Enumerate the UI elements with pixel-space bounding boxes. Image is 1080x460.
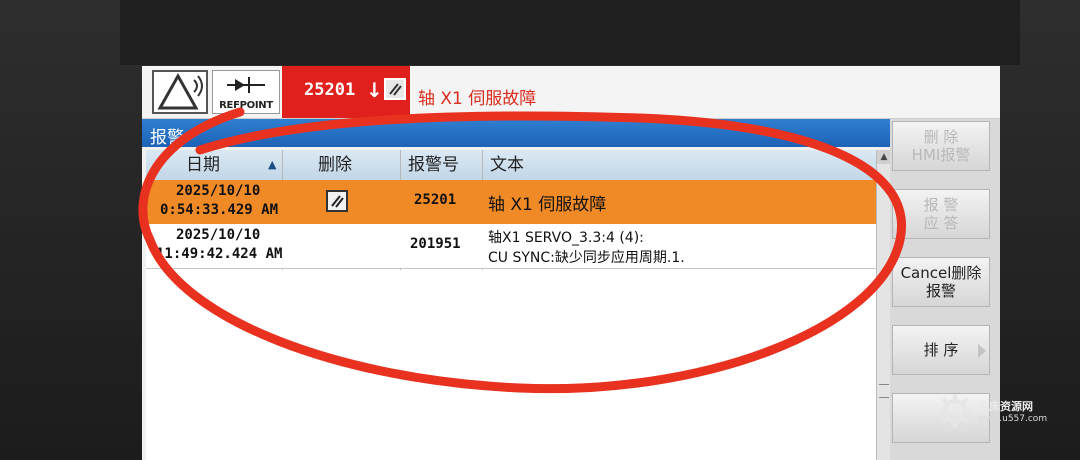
softkey-label-line1: 报 警 [923, 196, 959, 214]
column-header-delete[interactable]: 删除 [318, 150, 352, 180]
down-arrow-icon: ↓ [366, 78, 383, 102]
header-bar: REFPOINT 25201 ↓ 轴 X1 伺服故障 [142, 66, 1000, 119]
scroll-up-icon[interactable]: ▲ [877, 150, 891, 164]
window-title: 报警 [150, 128, 184, 148]
row-date: 2025/10/10 [176, 227, 261, 243]
softkey-label-line2: 应 答 [923, 214, 959, 232]
refpoint-indicator[interactable]: REFPOINT [212, 70, 280, 114]
active-alarm-banner[interactable]: 25201 ↓ [282, 66, 410, 118]
softkey-label-line1: Cancel删除 [900, 264, 982, 282]
submenu-arrow-icon [978, 344, 986, 358]
column-header-text[interactable]: 文本 [490, 150, 524, 180]
active-alarm-number: 25201 [304, 80, 356, 100]
row-time: 11:49:42.424 AM [156, 246, 283, 262]
row-text-line2: CU SYNC:缺少同步应用周期.1. [488, 250, 685, 266]
watermark-url: www.u557.com [978, 414, 1048, 424]
bezel-top [120, 0, 1020, 65]
warning-triangle-icon [157, 72, 203, 110]
vertical-scrollbar[interactable]: ▲ [876, 150, 891, 460]
ack-symbol-icon [384, 78, 406, 100]
row-text-line1: 轴X1 SERVO_3.3:4 (4): [488, 230, 644, 246]
softkey-label-line2: HMI报警 [911, 146, 971, 164]
ack-icon[interactable] [326, 190, 348, 212]
table-row[interactable]: 2025/10/10 11:49:42.424 AM 201951 轴X1 SE… [146, 224, 880, 269]
gear-logo-icon [938, 394, 972, 428]
softkey-label-line1: 删 除 [923, 128, 959, 146]
window-titlebar: 报警 [142, 119, 1000, 148]
refpoint-icon [227, 77, 265, 93]
row-alarm-number: 201951 [410, 236, 461, 252]
softkey-sort[interactable]: 排 序 [892, 325, 990, 375]
refpoint-label: REFPOINT [219, 100, 273, 111]
table-header: 日期 ▲ 删除 报警号 文本 [146, 150, 880, 181]
watermark-title: 机床资源网 [978, 400, 1033, 413]
hmi-screen: REFPOINT 25201 ↓ 轴 X1 伺服故障 报警 日期 ▲ 删除 报警… [142, 66, 1000, 460]
row-time: 0:54:33.429 AM [160, 202, 279, 218]
softkey-delete-hmi-alarm[interactable]: 删 除 HMI报警 [892, 121, 990, 171]
softkey-label-line1: 排 序 [923, 341, 959, 359]
row-alarm-number: 25201 [414, 192, 457, 208]
alarm-table: 日期 ▲ 删除 报警号 文本 2025/10/10 0:54:33.429 AM… [146, 150, 880, 460]
sort-ascending-icon[interactable]: ▲ [268, 150, 276, 180]
softkey-acknowledge-alarm[interactable]: 报 警应 答 [892, 189, 990, 239]
scroll-grip[interactable] [879, 384, 889, 398]
row-date: 2025/10/10 [176, 183, 261, 199]
table-row[interactable]: 2025/10/10 0:54:33.429 AM 25201 轴 X1 伺服故… [146, 180, 880, 224]
row-text: 轴 X1 伺服故障 [488, 195, 607, 215]
active-alarm-message: 轴 X1 伺服故障 [418, 89, 537, 109]
column-header-date[interactable]: 日期 [186, 150, 220, 180]
watermark: 机床资源网 www.u557.com [936, 392, 1076, 432]
alarm-status-icon[interactable] [152, 70, 208, 114]
softkey-cancel-delete-alarm[interactable]: Cancel删除 报警 [892, 257, 990, 307]
softkey-label-line2: 报警 [925, 282, 956, 300]
column-header-alarm-number[interactable]: 报警号 [408, 150, 459, 180]
